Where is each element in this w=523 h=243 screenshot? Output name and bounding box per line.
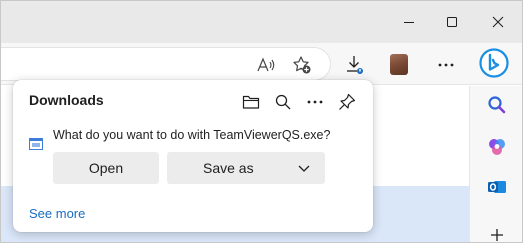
browser-window: Downloads What do you want to do with Te… [0,0,523,243]
outlook-icon [488,181,506,193]
bing-copilot-button[interactable] [479,48,509,78]
add-icon [491,229,503,241]
downloads-panel: Downloads What do you want to do with Te… [13,80,373,232]
sidebar-add-button[interactable] [484,222,510,242]
search-icon [488,96,506,114]
close-button[interactable] [475,1,521,43]
search-icon [275,94,291,110]
pin-button[interactable] [333,88,361,116]
open-folder-button[interactable] [237,88,265,116]
title-bar [1,1,522,43]
search-downloads-button[interactable] [269,88,297,116]
add-favorite-button[interactable] [291,54,313,76]
copilot-icon [489,139,505,155]
more-options-button[interactable] [301,88,329,116]
bing-copilot-icon [479,48,509,78]
exe-file-icon [29,138,43,150]
downloads-title: Downloads [29,92,104,108]
more-icon [438,63,454,67]
browser-toolbar [1,43,522,85]
pin-icon [339,93,356,110]
chevron-down-icon [298,165,310,172]
see-more-link[interactable]: See more [29,206,85,221]
sidebar-copilot-button[interactable] [484,134,510,160]
open-folder-icon [242,95,260,109]
maximize-icon [447,17,457,27]
open-button-label: Open [88,160,124,176]
more-options-icon [307,100,323,104]
download-question: What do you want to do with TeamViewerQS… [53,128,331,142]
save-as-button[interactable]: Save as [167,152,325,184]
add-favorite-icon [293,56,311,74]
minimize-button[interactable] [386,1,432,43]
open-button[interactable]: Open [53,152,159,184]
address-bar[interactable] [1,47,331,81]
profile-avatar[interactable] [390,54,408,75]
downloads-icon [347,56,363,74]
maximize-button[interactable] [429,1,475,43]
sidebar-search-button[interactable] [484,92,510,118]
downloads-button[interactable] [344,54,366,76]
read-aloud-button[interactable] [255,54,277,76]
save-as-button-label: Save as [203,160,254,176]
minimize-icon [404,22,414,23]
close-icon [492,16,504,28]
sidebar-outlook-button[interactable] [484,174,510,200]
edge-sidebar [469,86,522,242]
more-button[interactable] [435,54,457,76]
read-aloud-icon [257,57,275,72]
